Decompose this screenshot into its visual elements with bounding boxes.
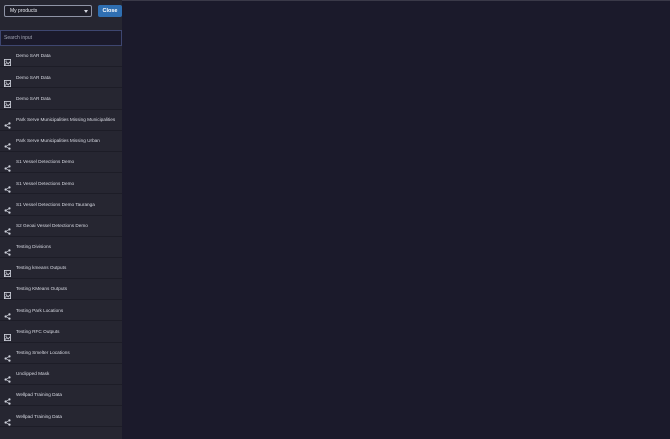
list-item-label: Demo SAR Data <box>16 53 51 59</box>
list-item[interactable]: Wellpad Training Data <box>0 406 122 428</box>
list-item[interactable]: S1 Vessel Detections Demo Tauranga <box>0 194 122 216</box>
share-icon <box>4 159 11 172</box>
share-icon <box>4 307 11 320</box>
products-dropdown[interactable]: My products <box>4 5 92 17</box>
product-list: Demo SAR Data Demo SAR Data Demo SAR Data P… <box>0 46 122 428</box>
list-item-label: S1 Vessel Detections Demo Tauranga <box>16 201 95 207</box>
list-item-label: Testing kmeans Outputs <box>16 265 67 271</box>
list-item-label: S1 Vessel Detections Demo <box>16 159 75 165</box>
share-icon <box>4 137 11 151</box>
image-icon <box>4 286 12 299</box>
list-item[interactable]: Wellpad Training Data <box>0 385 122 407</box>
image-icon <box>4 53 12 66</box>
list-item[interactable]: Testing kmeans Outputs <box>0 258 122 280</box>
list-item-label: Wellpad Training Data <box>16 413 63 419</box>
list-item[interactable]: Testing Divisions <box>0 237 122 258</box>
list-item[interactable]: Testing Smelter Locations <box>0 343 122 364</box>
image-icon <box>4 328 12 342</box>
list-item[interactable]: Demo SAR Data <box>0 88 122 110</box>
list-item[interactable]: S1 Vessel Detections Demo <box>0 152 122 174</box>
list-item[interactable]: Unclipped Mask <box>0 364 122 385</box>
products-panel: My products Close Search input Demo SAR … <box>0 0 122 439</box>
close-button[interactable]: Close <box>98 5 122 17</box>
list-item[interactable]: Demo SAR Data <box>0 46 122 68</box>
list-item-label: S2 Geoai Vessel Detections Demo <box>16 222 88 228</box>
chevron-down-icon <box>84 10 88 13</box>
list-item-label: Unclipped Mask <box>16 371 50 377</box>
image-icon <box>4 74 12 87</box>
list-item[interactable]: S1 Vessel Detections Demo <box>0 173 122 195</box>
share-icon <box>4 392 11 405</box>
share-icon <box>4 243 11 257</box>
share-icon <box>4 116 11 129</box>
share-icon <box>4 349 11 362</box>
image-icon <box>4 264 12 278</box>
list-item-label: S1 Vessel Detections Demo <box>16 180 75 186</box>
list-item-label: Demo SAR Data <box>16 95 51 101</box>
list-item[interactable]: Testing KMeans Outputs <box>0 279 122 301</box>
list-item[interactable]: S2 Geoai Vessel Detections Demo <box>0 216 122 237</box>
share-icon <box>4 222 11 235</box>
image-icon <box>4 95 12 108</box>
list-item[interactable]: Park Serve Municipalities Missing Urban <box>0 131 122 152</box>
list-item[interactable]: Park Serve Municipalities Missing Munici… <box>0 110 122 131</box>
list-item-label: Testing Smelter Locations <box>16 350 70 356</box>
list-item[interactable]: Testing Park Locations <box>0 300 122 322</box>
list-item-label: Testing KMeans Outputs <box>16 286 68 292</box>
share-icon <box>4 201 11 214</box>
search-input[interactable]: Search input <box>0 30 122 46</box>
list-item-label: Wellpad Training Data <box>16 392 63 398</box>
products-dropdown-value: My products <box>10 8 38 14</box>
share-icon <box>4 370 11 384</box>
list-item-label: Park Serve Municipalities Missing Munici… <box>16 116 116 122</box>
list-item-label: Park Serve Municipalities Missing Urban <box>16 138 100 144</box>
list-item-label: Testing Park Locations <box>16 307 64 313</box>
list-item[interactable]: Testing RFC Outputs <box>0 321 122 343</box>
list-item-label: Testing RFC Outputs <box>16 328 60 334</box>
list-item[interactable]: Demo SAR Data <box>0 67 122 89</box>
list-item-label: Demo SAR Data <box>16 74 51 80</box>
share-icon <box>4 413 11 426</box>
share-icon <box>4 180 11 193</box>
list-item-label: Testing Divisions <box>16 244 51 250</box>
